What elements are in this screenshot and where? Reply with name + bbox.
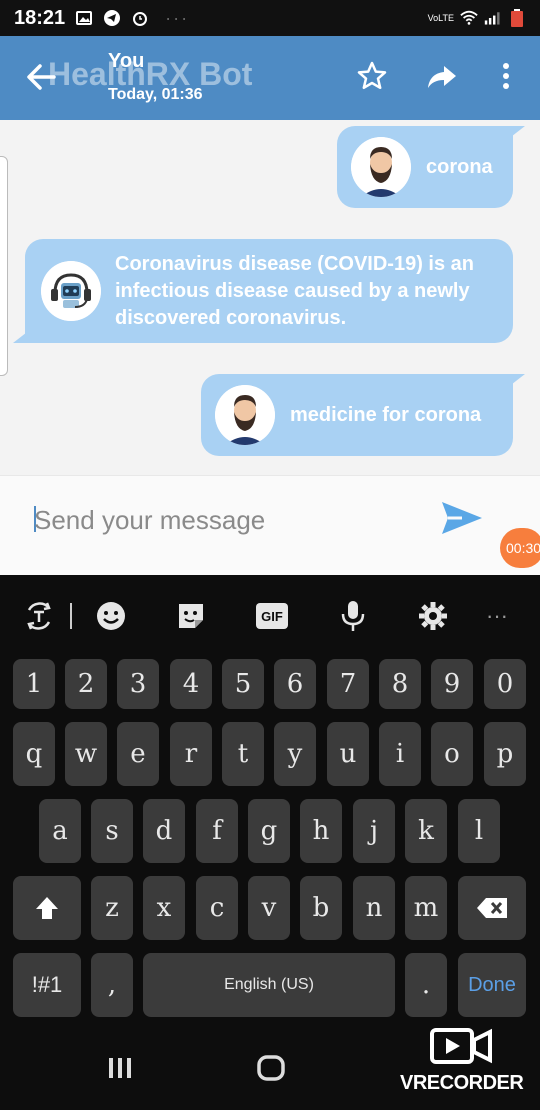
backspace-icon bbox=[477, 898, 507, 918]
gallery-icon bbox=[75, 9, 93, 27]
sticker-icon[interactable] bbox=[174, 599, 208, 633]
key[interactable]: p bbox=[484, 722, 526, 786]
star-icon[interactable] bbox=[356, 60, 392, 96]
status-bar: 18:21 ··· VoLTE bbox=[0, 0, 540, 36]
microphone-icon[interactable] bbox=[336, 599, 370, 633]
chat-user-name: You bbox=[108, 50, 145, 72]
key[interactable]: c bbox=[196, 876, 238, 940]
more-tools-icon[interactable]: ··· bbox=[480, 599, 514, 633]
key[interactable]: 9 bbox=[431, 659, 473, 709]
key[interactable]: 1 bbox=[13, 659, 55, 709]
space-key[interactable]: English (US) bbox=[143, 953, 395, 1017]
gif-button[interactable]: GIF bbox=[256, 603, 288, 629]
key[interactable]: f bbox=[196, 799, 238, 863]
key[interactable]: l bbox=[458, 799, 500, 863]
symbols-key[interactable]: !#1 bbox=[13, 953, 81, 1017]
key[interactable]: i bbox=[379, 722, 421, 786]
shift-key[interactable] bbox=[13, 876, 81, 940]
side-panel-edge bbox=[0, 156, 8, 376]
key[interactable]: u bbox=[327, 722, 369, 786]
back-arrow-icon[interactable] bbox=[24, 60, 58, 94]
key[interactable]: 5 bbox=[222, 659, 264, 709]
key[interactable]: w bbox=[65, 722, 107, 786]
done-key[interactable]: Done bbox=[458, 953, 526, 1017]
shift-icon bbox=[36, 897, 58, 919]
key[interactable]: t bbox=[222, 722, 264, 786]
key[interactable]: b bbox=[300, 876, 342, 940]
key[interactable]: v bbox=[248, 876, 290, 940]
backspace-key[interactable] bbox=[458, 876, 526, 940]
key[interactable]: z bbox=[91, 876, 133, 940]
recent-apps-icon[interactable] bbox=[106, 1054, 134, 1087]
message-input-bar bbox=[0, 475, 540, 575]
settings-gear-icon[interactable] bbox=[416, 599, 450, 633]
key[interactable]: 0 bbox=[484, 659, 526, 709]
key[interactable]: 6 bbox=[274, 659, 316, 709]
key[interactable]: 2 bbox=[65, 659, 107, 709]
message-text: corona bbox=[426, 155, 493, 178]
status-time: 18:21 bbox=[14, 6, 66, 29]
user-message-bubble[interactable]: medicine for corona bbox=[201, 374, 525, 456]
keyboard: GIF ··· 1 2 3 4 5 6 7 8 9 0 q w e r t y … bbox=[0, 575, 540, 1030]
key[interactable]: 4 bbox=[170, 659, 212, 709]
translate-icon[interactable] bbox=[22, 599, 56, 633]
send-icon[interactable] bbox=[440, 498, 484, 538]
telegram-icon bbox=[103, 9, 121, 27]
bot-avatar bbox=[41, 261, 101, 321]
key[interactable]: y bbox=[274, 722, 316, 786]
key[interactable]: s bbox=[91, 799, 133, 863]
app-bar: HealthRX Bot You Today, 01:36 bbox=[0, 36, 540, 120]
key[interactable]: x bbox=[143, 876, 185, 940]
watermark-text: VRECORDER bbox=[400, 1072, 524, 1094]
alarm-icon bbox=[131, 9, 149, 27]
video-recorder-icon bbox=[398, 1026, 494, 1075]
user-avatar bbox=[351, 137, 411, 197]
key[interactable]: k bbox=[405, 799, 447, 863]
key[interactable]: j bbox=[353, 799, 395, 863]
key[interactable]: r bbox=[170, 722, 212, 786]
key[interactable]: a bbox=[39, 799, 81, 863]
key[interactable]: e bbox=[117, 722, 159, 786]
keyboard-toolbar: GIF ··· bbox=[0, 591, 540, 641]
user-message-bubble[interactable]: corona bbox=[337, 126, 525, 208]
more-notifications-icon: ··· bbox=[165, 7, 190, 28]
message-input[interactable] bbox=[34, 496, 414, 544]
key[interactable]: 7 bbox=[327, 659, 369, 709]
message-text: Coronavirus disease (COVID-19) is an inf… bbox=[115, 252, 475, 329]
more-options-icon[interactable] bbox=[490, 60, 526, 96]
key[interactable]: q bbox=[13, 722, 55, 786]
toolbar-divider bbox=[70, 603, 72, 629]
key[interactable]: d bbox=[143, 799, 185, 863]
key[interactable]: 3 bbox=[117, 659, 159, 709]
recording-timer-badge[interactable]: 00:30 bbox=[500, 528, 540, 568]
key[interactable]: h bbox=[300, 799, 342, 863]
share-icon[interactable] bbox=[426, 60, 462, 96]
wifi-icon bbox=[460, 9, 478, 27]
signal-icon bbox=[484, 9, 502, 27]
key[interactable]: g bbox=[248, 799, 290, 863]
chat-timestamp: Today, 01:36 bbox=[108, 86, 203, 103]
key[interactable]: 8 bbox=[379, 659, 421, 709]
comma-key[interactable]: , bbox=[91, 953, 133, 1017]
message-text: medicine for corona bbox=[290, 403, 482, 426]
bot-message-bubble[interactable]: Coronavirus disease (COVID-19) is an inf… bbox=[13, 239, 513, 343]
emoji-icon[interactable] bbox=[94, 599, 128, 633]
period-key[interactable]: . bbox=[405, 953, 447, 1017]
home-icon[interactable] bbox=[256, 1054, 286, 1087]
user-avatar bbox=[215, 385, 275, 445]
key[interactable]: o bbox=[431, 722, 473, 786]
chat-area[interactable]: corona Coronavirus disease (COVID-19) is… bbox=[0, 120, 540, 475]
key[interactable]: m bbox=[405, 876, 447, 940]
key[interactable]: n bbox=[353, 876, 395, 940]
volte-icon: VoLTE bbox=[427, 12, 454, 23]
battery-icon bbox=[508, 9, 526, 27]
